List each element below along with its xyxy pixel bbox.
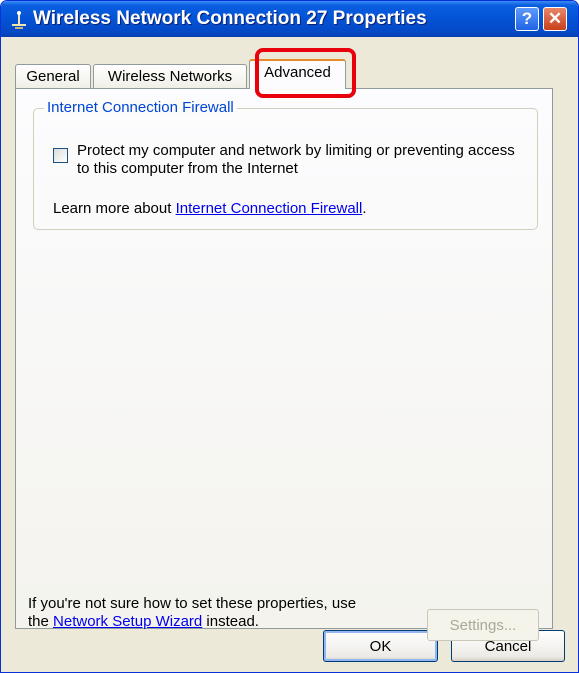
firewall-help-link[interactable]: Internet Connection Firewall: [176, 200, 363, 217]
window-title: Wireless Network Connection 27 Propertie…: [33, 8, 427, 29]
learn-more-text: Learn more about Internet Connection Fir…: [53, 200, 367, 217]
close-icon: ✕: [547, 9, 563, 28]
title-bar[interactable]: Wireless Network Connection 27 Propertie…: [1, 1, 578, 37]
tab-advanced[interactable]: Advanced: [249, 59, 346, 89]
tab-wireless-networks[interactable]: Wireless Networks: [93, 64, 247, 88]
properties-dialog: Wireless Network Connection 27 Propertie…: [0, 0, 579, 673]
firewall-checkbox-label[interactable]: Protect my computer and network by limit…: [77, 142, 527, 178]
learn-more-suffix: .: [362, 200, 367, 217]
learn-more-prefix: Learn more about: [53, 200, 176, 217]
tab-general[interactable]: General: [15, 64, 91, 88]
network-connection-icon: [12, 11, 26, 29]
advanced-tab-panel: Internet Connection Firewall Protect my …: [15, 88, 553, 641]
setup-hint-prefix: the: [28, 613, 54, 630]
setup-hint-line1: If you're not sure how to set these prop…: [28, 595, 357, 612]
dialog-client-area: General Wireless Networks Advanced Inter…: [5, 37, 574, 668]
firewall-group-title: Internet Connection Firewall: [44, 99, 237, 116]
help-button[interactable]: ?: [515, 7, 539, 31]
close-button[interactable]: ✕: [543, 7, 567, 31]
ok-button[interactable]: OK: [323, 630, 438, 662]
help-icon: ?: [521, 9, 533, 28]
firewall-groupbox: Internet Connection Firewall Protect my …: [33, 99, 538, 230]
setup-hint-text: If you're not sure how to set these prop…: [28, 595, 388, 631]
setup-hint-line2: the Network Setup Wizard instead.: [28, 613, 388, 631]
setup-hint-suffix: instead.: [202, 613, 259, 630]
firewall-checkbox[interactable]: [53, 148, 68, 163]
network-setup-wizard-link[interactable]: Network Setup Wizard: [53, 613, 202, 630]
settings-button[interactable]: Settings...: [427, 609, 539, 641]
